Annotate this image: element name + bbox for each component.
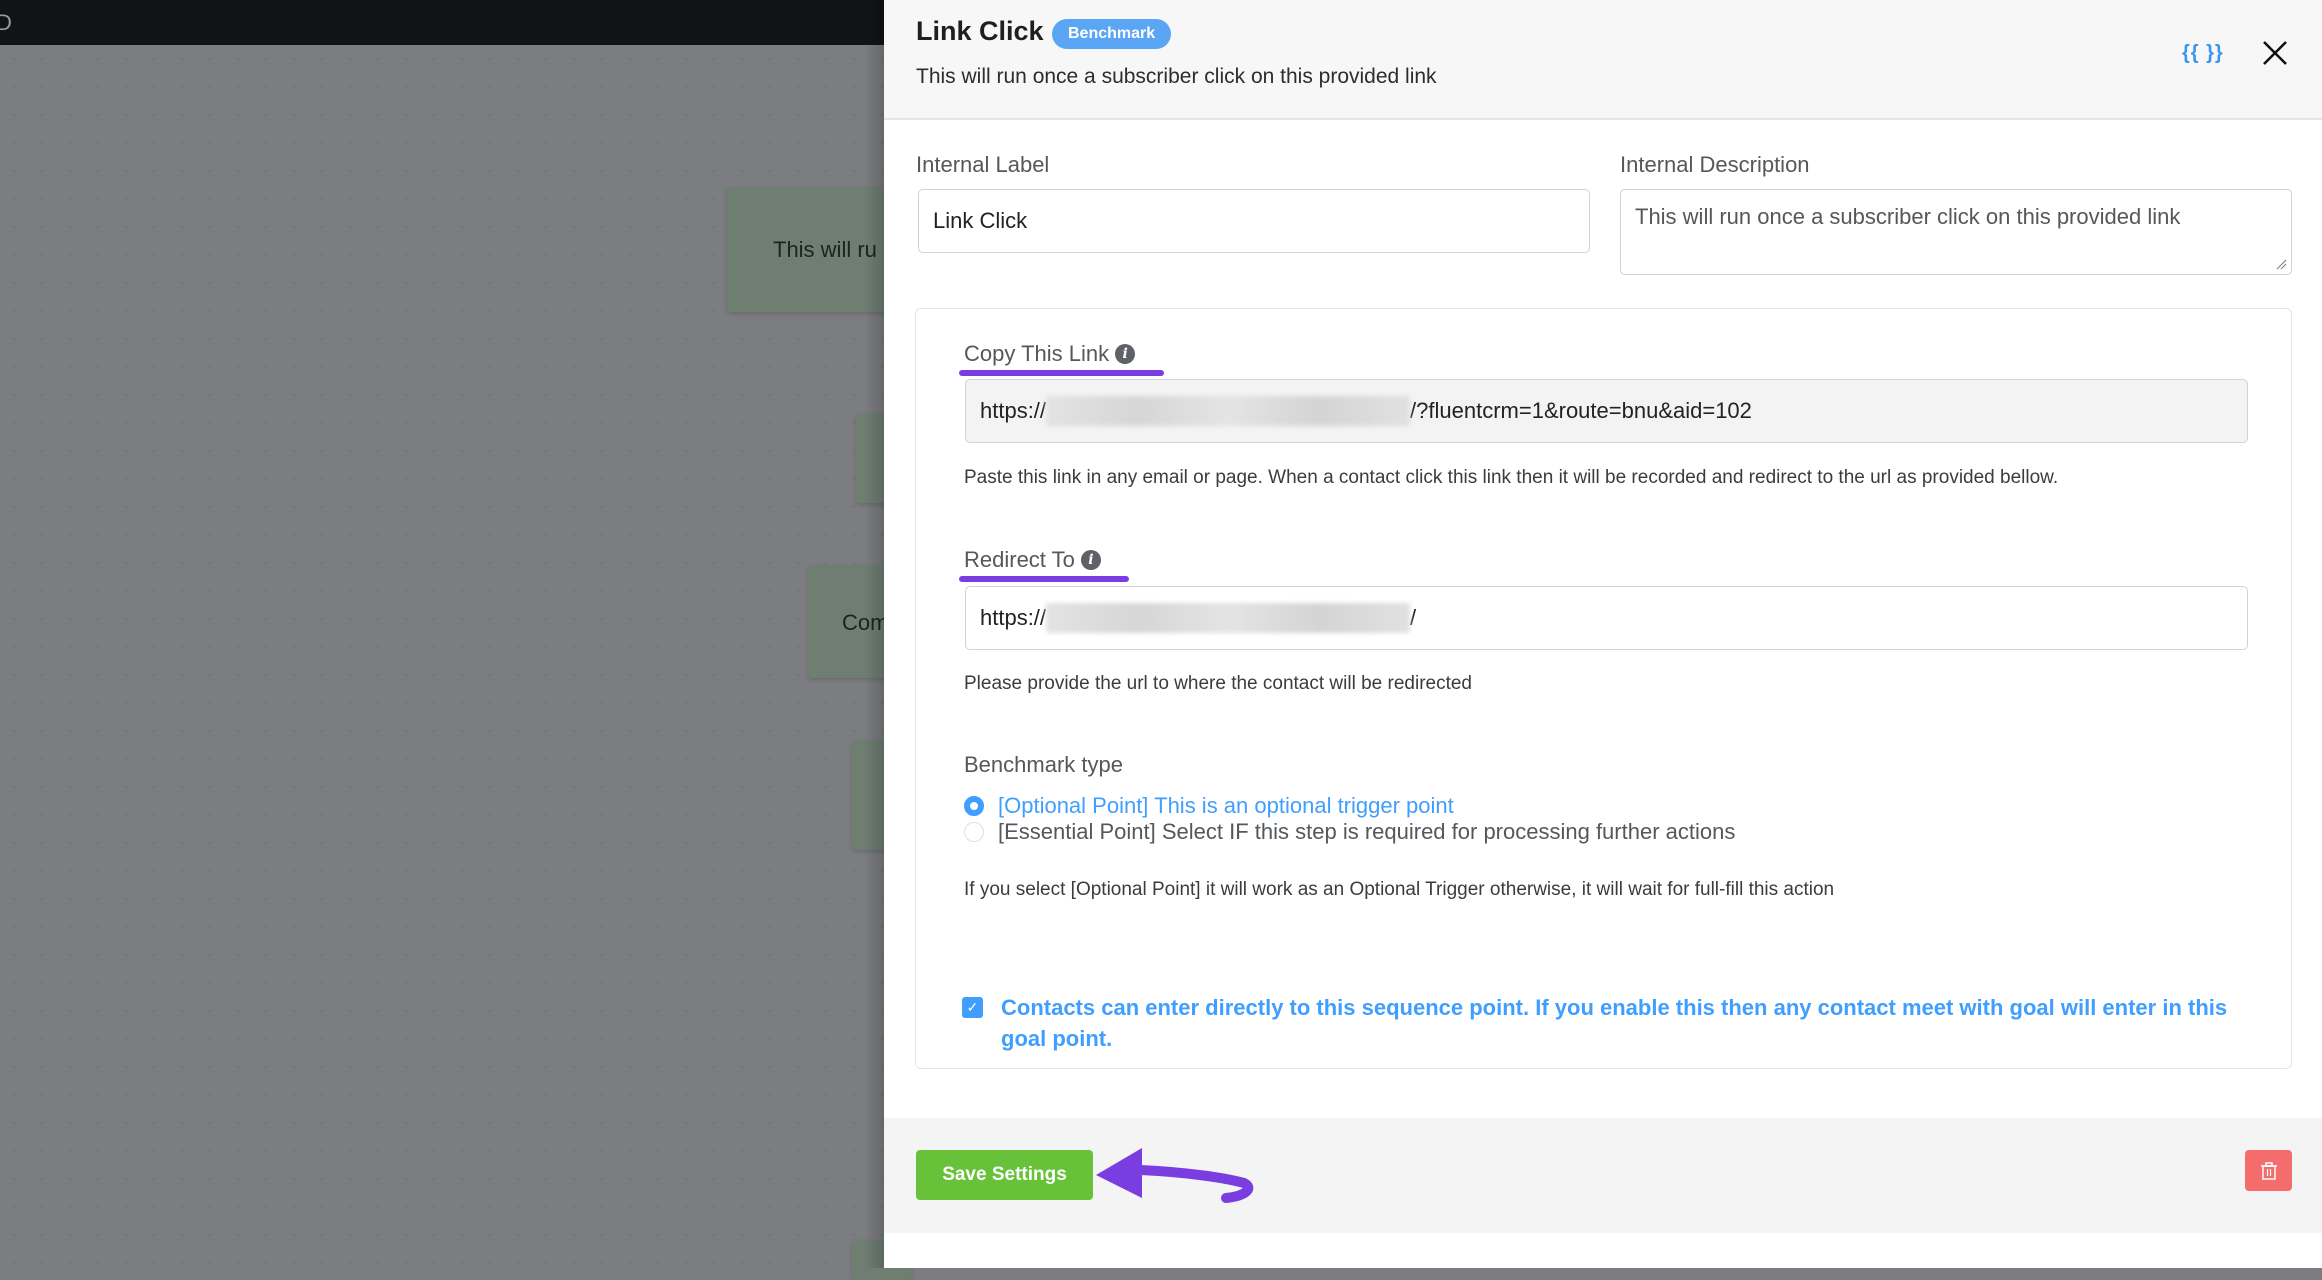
radio-essential-point[interactable]: [Essential Point] Select IF this step is… — [964, 819, 1735, 845]
copy-link-prefix: https:// — [980, 398, 1047, 423]
redacted-domain — [1046, 396, 1411, 426]
workflow-canvas: This will ru Com — [0, 45, 916, 1280]
trash-icon — [2260, 1161, 2277, 1180]
drawer-header: Link Click Benchmark This will run once … — [884, 0, 2322, 120]
redirect-to-input[interactable]: https:// / — [965, 586, 2248, 650]
copy-link-input[interactable]: https:// /?fluentcrm=1&route=bnu&aid=102 — [965, 379, 2248, 443]
settings-card: Copy This Link i https:// /?fluentcrm=1&… — [915, 308, 2292, 1069]
smartcode-icon[interactable]: {{ }} — [2182, 42, 2224, 65]
benchmark-type-help: If you select [Optional Point] it will w… — [964, 879, 1835, 900]
delete-button[interactable] — [2245, 1150, 2292, 1191]
copy-link-help: Paste this link in any email or page. Wh… — [964, 467, 2059, 488]
benchmark-type-label: Benchmark type — [964, 752, 1123, 777]
annotation-arrow-icon — [1096, 1148, 1254, 1203]
close-icon[interactable] — [2260, 38, 2290, 68]
internal-label-value: Link Click — [933, 208, 1028, 233]
panel-shadow — [864, 0, 884, 1268]
internal-label-input[interactable]: Link Click — [918, 189, 1590, 253]
radio-essential-label: [Essential Point] Select IF this step is… — [998, 819, 1736, 844]
copy-link-label: Copy This Link i — [964, 341, 1136, 367]
resize-handle-icon[interactable] — [2275, 258, 2287, 270]
info-icon[interactable]: i — [1080, 550, 1101, 570]
workflow-node-text: This will ru — [773, 237, 877, 262]
internal-description-textarea[interactable]: This will run once a subscriber click on… — [1620, 189, 2292, 275]
annotation-underline — [959, 576, 1129, 582]
copy-link-label-text: Copy This Link — [964, 341, 1110, 366]
redirect-to-help: Please provide the url to where the cont… — [964, 673, 1472, 694]
internal-description-value: This will run once a subscriber click on… — [1635, 204, 2181, 229]
redirect-to-suffix: / — [1410, 605, 1417, 630]
internal-label-label: Internal Label — [916, 152, 1050, 177]
top-bar: D — [0, 0, 884, 45]
radio-button[interactable] — [964, 822, 984, 842]
benchmark-badge: Benchmark — [1052, 19, 1172, 49]
internal-description-label: Internal Description — [1620, 152, 1810, 177]
copy-link-suffix: /?fluentcrm=1&route=bnu&aid=102 — [1410, 398, 1752, 423]
annotation-underline — [959, 370, 1164, 376]
radio-button-checked[interactable] — [964, 796, 984, 816]
drawer-footer: Save Settings — [884, 1118, 2322, 1233]
info-icon[interactable]: i — [1115, 344, 1136, 364]
direct-entry-label: Contacts can enter directly to this sequ… — [1001, 995, 2228, 1051]
drawer-title: Link Click — [916, 16, 1044, 46]
topbar-text: D — [0, 10, 12, 35]
settings-drawer: Link Click Benchmark This will run once … — [884, 0, 2322, 1268]
radio-optional-label: [Optional Point] This is an optional tri… — [998, 793, 1454, 818]
redacted-domain — [1046, 603, 1411, 633]
redirect-to-prefix: https:// — [980, 605, 1047, 630]
save-settings-button[interactable]: Save Settings — [916, 1150, 1093, 1200]
drawer-subtitle: This will run once a subscriber click on… — [916, 65, 1437, 88]
direct-entry-checkbox[interactable]: ✓ — [962, 997, 983, 1018]
redirect-to-label: Redirect To i — [964, 547, 1101, 573]
radio-optional-point[interactable]: [Optional Point] This is an optional tri… — [964, 793, 1454, 819]
redirect-to-label-text: Redirect To — [964, 547, 1075, 572]
